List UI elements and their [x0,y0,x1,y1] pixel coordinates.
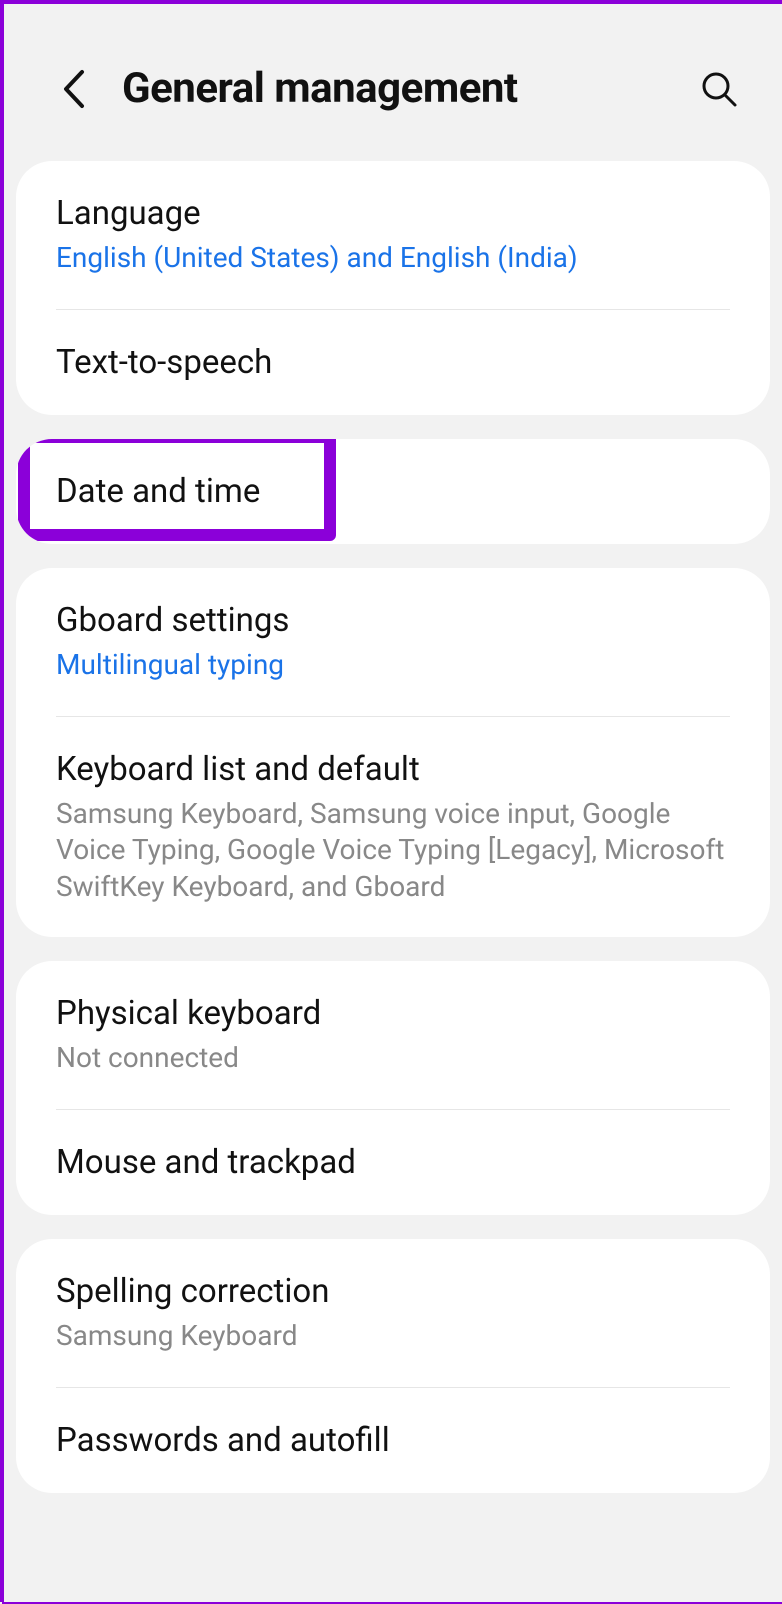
item-title: Mouse and trackpad [56,1142,730,1183]
item-spelling-correction[interactable]: Spelling correction Samsung Keyboard [16,1239,770,1387]
item-mouse-and-trackpad[interactable]: Mouse and trackpad [16,1110,770,1215]
item-gboard-settings[interactable]: Gboard settings Multilingual typing [16,568,770,716]
item-physical-keyboard[interactable]: Physical keyboard Not connected [16,961,770,1109]
chevron-left-icon [60,68,86,110]
item-passwords-and-autofill[interactable]: Passwords and autofill [16,1388,770,1493]
item-subtitle: English (United States) and English (Ind… [56,240,730,276]
settings-group: Spelling correction Samsung Keyboard Pas… [16,1239,770,1493]
item-text-to-speech[interactable]: Text-to-speech [16,310,770,415]
item-subtitle: Not connected [56,1040,730,1076]
settings-group: Gboard settings Multilingual typing Keyb… [16,568,770,937]
item-subtitle: Samsung Keyboard, Samsung voice input, G… [56,796,730,905]
page-title: General management [122,64,696,113]
item-title: Text-to-speech [56,342,730,383]
settings-group: Language English (United States) and Eng… [16,161,770,415]
settings-group: Date and time [16,439,770,544]
search-icon [699,69,739,109]
back-button[interactable] [52,68,94,110]
item-title: Date and time [56,471,730,512]
header: General management [4,4,782,161]
item-date-and-time[interactable]: Date and time [16,439,770,544]
item-language[interactable]: Language English (United States) and Eng… [16,161,770,309]
item-keyboard-list-and-default[interactable]: Keyboard list and default Samsung Keyboa… [16,717,770,937]
item-subtitle: Multilingual typing [56,647,730,683]
settings-group: Physical keyboard Not connected Mouse an… [16,961,770,1215]
item-title: Passwords and autofill [56,1420,730,1461]
item-title: Language [56,193,730,234]
item-title: Physical keyboard [56,993,730,1034]
item-title: Keyboard list and default [56,749,730,790]
item-title: Spelling correction [56,1271,730,1312]
search-button[interactable] [696,66,742,112]
settings-screen: General management Language English (Uni… [4,4,782,1602]
item-title: Gboard settings [56,600,730,641]
item-subtitle: Samsung Keyboard [56,1318,730,1354]
